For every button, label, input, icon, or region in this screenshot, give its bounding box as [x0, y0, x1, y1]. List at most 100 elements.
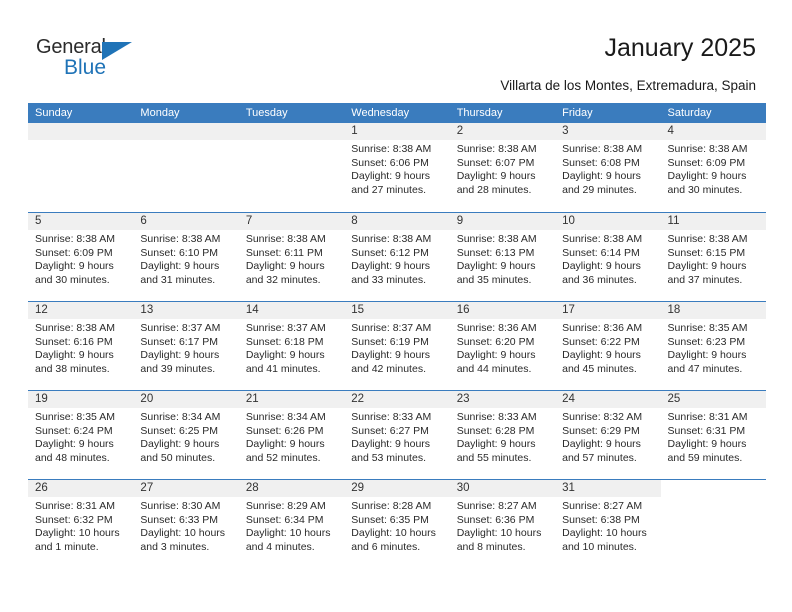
weekday-header-row: Sunday Monday Tuesday Wednesday Thursday Frid… — [28, 103, 766, 123]
day-sun-info: Sunrise: 8:29 AM Sunset: 6:34 PM Daylight:… — [239, 497, 344, 554]
day-info-line: Sunset: 6:29 PM — [562, 424, 640, 437]
day-info-line: Sunrise: 8:31 AM — [667, 411, 748, 423]
day-info-line: Daylight: 9 hours — [245, 349, 325, 362]
calendar-day-cell[interactable]: 1 Sunrise: 8:38 AM Sunset: 6:06 PM Daylight… — [344, 123, 450, 212]
day-sun-info: Sunrise: 8:38 AM Sunset: 6:11 PM Daylight:… — [239, 230, 344, 287]
calendar-day-cell[interactable]: 24 Sunrise: 8:32 AM Sunset: 6:29 PM Dayligh… — [555, 391, 661, 479]
day-info-line: Sunset: 6:14 PM — [562, 246, 640, 259]
calendar-day-cell[interactable]: 31 Sunrise: 8:27 AM Sunset: 6:38 PM Dayligh… — [555, 480, 661, 568]
day-info-line: Sunrise: 8:29 AM — [245, 500, 326, 512]
calendar-day-cell[interactable]: 10 Sunrise: 8:38 AM Sunset: 6:14 PM Dayligh… — [555, 213, 661, 301]
day-info-line: and 55 minutes. — [456, 451, 532, 464]
calendar-day-cell[interactable]: 26 Sunrise: 8:31 AM Sunset: 6:32 PM Dayligh… — [28, 480, 134, 568]
logo-triangle-icon — [102, 42, 132, 60]
calendar-day-cell[interactable]: 30 Sunrise: 8:27 AM Sunset: 6:36 PM Dayligh… — [449, 480, 556, 568]
day-info-line: and 47 minutes. — [667, 362, 743, 375]
day-info-line: Sunrise: 8:38 AM — [562, 233, 643, 245]
day-info-line: Daylight: 9 hours — [456, 170, 536, 183]
calendar-day-cell[interactable]: 23 Sunrise: 8:33 AM Sunset: 6:28 PM Dayligh… — [449, 391, 556, 479]
calendar-day-cell[interactable]: 17 Sunrise: 8:36 AM Sunset: 6:22 PM Dayligh… — [555, 302, 661, 390]
day-number: 31 — [555, 480, 661, 497]
day-info-line: Daylight: 10 hours — [562, 527, 647, 540]
day-info-line: and 3 minutes. — [140, 540, 210, 553]
calendar-day-cell[interactable]: 25 Sunrise: 8:31 AM Sunset: 6:31 PM Dayligh… — [660, 391, 766, 479]
calendar-day-cell[interactable]: 16 Sunrise: 8:36 AM Sunset: 6:20 PM Dayligh… — [449, 302, 556, 390]
calendar-day-cell[interactable]: 2 Sunrise: 8:38 AM Sunset: 6:07 PM Daylight… — [449, 123, 556, 212]
calendar-day-cell[interactable]: 6 Sunrise: 8:38 AM Sunset: 6:10 PM Daylight… — [133, 213, 239, 301]
calendar-day-cell[interactable]: 4 Sunrise: 8:38 AM Sunset: 6:09 PM Daylight… — [660, 123, 766, 212]
day-sun-info: Sunrise: 8:35 AM Sunset: 6:23 PM Daylight:… — [661, 319, 766, 376]
day-info-line: Daylight: 9 hours — [667, 438, 747, 451]
day-info-line: Sunset: 6:32 PM — [35, 513, 113, 526]
day-info-line: Sunset: 6:06 PM — [351, 156, 429, 169]
calendar-day-cell[interactable]: 20 Sunrise: 8:34 AM Sunset: 6:25 PM Dayligh… — [133, 391, 239, 479]
calendar-day-cell[interactable]: 12 Sunrise: 8:38 AM Sunset: 6:16 PM Dayligh… — [28, 302, 134, 390]
day-sun-info: Sunrise: 8:38 AM Sunset: 6:09 PM Daylight:… — [661, 140, 766, 197]
calendar-day-cell[interactable]: 29 Sunrise: 8:28 AM Sunset: 6:35 PM Dayligh… — [344, 480, 450, 568]
day-info-line: and 59 minutes. — [667, 451, 743, 464]
day-info-line: Sunset: 6:27 PM — [351, 424, 429, 437]
day-info-line: Sunrise: 8:33 AM — [351, 411, 432, 423]
day-info-line: and 57 minutes. — [562, 451, 637, 464]
calendar-day-cell[interactable]: 28 Sunrise: 8:29 AM Sunset: 6:34 PM Dayligh… — [238, 480, 345, 568]
day-info-line: Sunrise: 8:30 AM — [140, 500, 221, 512]
day-info-line: and 29 minutes. — [562, 183, 637, 196]
day-info-line: Daylight: 9 hours — [456, 349, 536, 362]
day-info-line: Daylight: 9 hours — [35, 349, 114, 362]
day-number: 21 — [238, 391, 345, 408]
day-sun-info: Sunrise: 8:34 AM Sunset: 6:25 PM Daylight:… — [133, 408, 238, 465]
day-info-line: Sunrise: 8:38 AM — [667, 233, 748, 245]
day-number: 30 — [449, 480, 556, 497]
day-number: 4 — [660, 123, 766, 140]
day-info-line: and 37 minutes. — [667, 273, 743, 286]
day-info-line: Sunrise: 8:38 AM — [140, 233, 221, 245]
day-number: 25 — [660, 391, 766, 408]
day-sun-info: Sunrise: 8:31 AM Sunset: 6:32 PM Daylight:… — [28, 497, 133, 554]
day-info-line: Sunrise: 8:34 AM — [140, 411, 221, 423]
day-sun-info: Sunrise: 8:36 AM Sunset: 6:22 PM Daylight:… — [555, 319, 660, 376]
day-info-line: and 4 minutes. — [245, 540, 315, 553]
day-info-line: Sunrise: 8:27 AM — [562, 500, 643, 512]
calendar-day-cell[interactable]: 19 Sunrise: 8:35 AM Sunset: 6:24 PM Dayligh… — [28, 391, 134, 479]
day-info-line: Sunrise: 8:37 AM — [245, 322, 326, 334]
day-info-line: and 31 minutes. — [140, 273, 216, 286]
day-info-line: and 35 minutes. — [456, 273, 532, 286]
calendar-day-cell[interactable]: 21 Sunrise: 8:34 AM Sunset: 6:26 PM Dayligh… — [238, 391, 345, 479]
calendar-day-cell[interactable]: 9 Sunrise: 8:38 AM Sunset: 6:13 PM Daylight… — [449, 213, 556, 301]
day-number — [133, 123, 239, 140]
calendar-day-cell[interactable]: 7 Sunrise: 8:38 AM Sunset: 6:11 PM Daylight… — [238, 213, 345, 301]
day-info-line: Daylight: 9 hours — [140, 349, 220, 362]
day-info-line: Daylight: 9 hours — [351, 170, 431, 183]
day-sun-info: Sunrise: 8:31 AM Sunset: 6:31 PM Daylight:… — [661, 408, 766, 465]
calendar-day-cell[interactable]: 13 Sunrise: 8:37 AM Sunset: 6:17 PM Dayligh… — [133, 302, 239, 390]
calendar-day-cell[interactable]: 22 Sunrise: 8:33 AM Sunset: 6:27 PM Dayligh… — [344, 391, 450, 479]
calendar-day-cell[interactable]: 18 Sunrise: 8:35 AM Sunset: 6:23 PM Dayligh… — [660, 302, 766, 390]
calendar-day-cell[interactable]: 3 Sunrise: 8:38 AM Sunset: 6:08 PM Daylight… — [555, 123, 661, 212]
day-info-line: and 50 minutes. — [140, 451, 216, 464]
day-number: 29 — [344, 480, 450, 497]
day-info-line: Sunset: 6:16 PM — [35, 335, 113, 348]
day-info-line: Sunset: 6:10 PM — [140, 246, 219, 259]
day-info-line: Daylight: 10 hours — [140, 527, 226, 540]
general-blue-logo[interactable]: General Blue — [36, 36, 156, 82]
day-info-line: Sunrise: 8:31 AM — [35, 500, 115, 512]
day-number: 28 — [238, 480, 345, 497]
day-info-line: and 39 minutes. — [140, 362, 216, 375]
calendar-page: General Blue January 2025 Villarta de lo… — [0, 0, 792, 612]
day-sun-info: Sunrise: 8:38 AM Sunset: 6:06 PM Daylight:… — [344, 140, 449, 197]
calendar-day-cell[interactable]: 11 Sunrise: 8:38 AM Sunset: 6:15 PM Dayligh… — [660, 213, 766, 301]
weekday-header-tuesday: Tuesday — [245, 107, 288, 119]
calendar-day-cell[interactable]: 15 Sunrise: 8:37 AM Sunset: 6:19 PM Dayligh… — [344, 302, 450, 390]
calendar-day-cell[interactable]: 27 Sunrise: 8:30 AM Sunset: 6:33 PM Dayligh… — [133, 480, 239, 568]
calendar-day-cell[interactable]: 5 Sunrise: 8:38 AM Sunset: 6:09 PM Daylight… — [28, 213, 134, 301]
calendar-day-cell[interactable]: 14 Sunrise: 8:37 AM Sunset: 6:18 PM Dayligh… — [238, 302, 345, 390]
day-number: 14 — [238, 302, 345, 319]
day-info-line: Daylight: 9 hours — [245, 260, 325, 273]
calendar-day-cell[interactable]: 8 Sunrise: 8:38 AM Sunset: 6:12 PM Daylight… — [344, 213, 450, 301]
day-number: 2 — [449, 123, 556, 140]
day-info-line: Sunrise: 8:35 AM — [667, 322, 748, 334]
day-sun-info: Sunrise: 8:33 AM Sunset: 6:28 PM Daylight:… — [450, 408, 555, 465]
day-info-line: Sunset: 6:28 PM — [456, 424, 535, 437]
day-info-line: Sunset: 6:31 PM — [667, 424, 746, 437]
day-number: 8 — [344, 213, 450, 230]
